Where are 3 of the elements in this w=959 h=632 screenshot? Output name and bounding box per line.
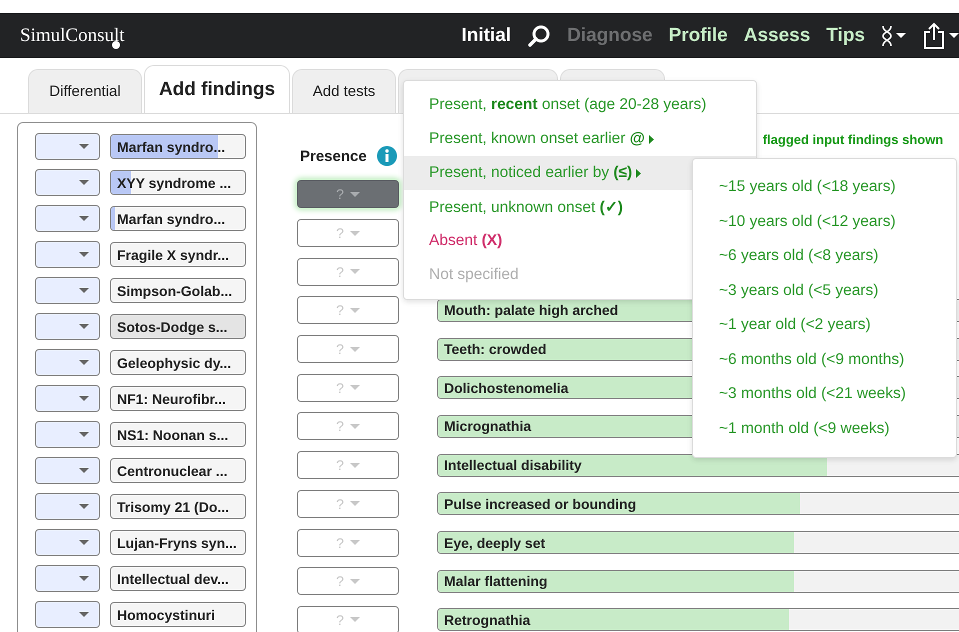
presence-header: Presence xyxy=(300,148,367,164)
logo: SimulConsult xyxy=(20,24,125,46)
flagged-note: flagged input findings shown xyxy=(762,132,944,146)
